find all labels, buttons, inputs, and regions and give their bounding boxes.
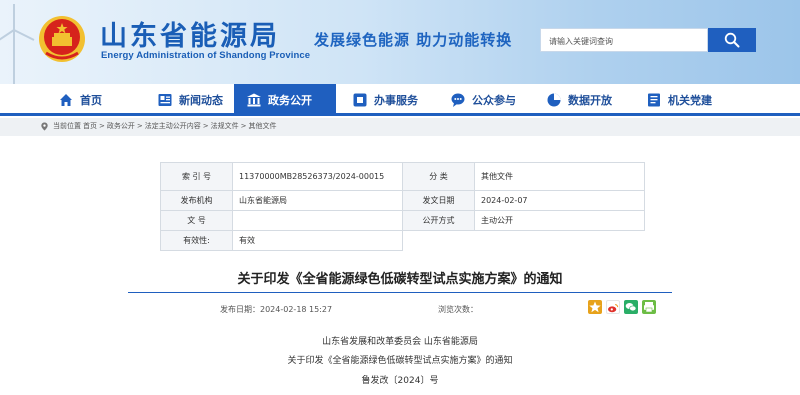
view-count: 浏览次数：	[438, 304, 478, 315]
nav-label: 数据开放	[568, 93, 612, 107]
site-title: 山东省能源局	[100, 21, 280, 52]
table-row: 文 号 公开方式 主动公开	[160, 210, 645, 231]
view-count-label: 浏览次数：	[438, 305, 478, 314]
nav-item-home[interactable]: 首页	[58, 84, 102, 115]
breadcrumb-current-label: 当前位置	[53, 122, 81, 130]
document-info-table: 索 引 号 11370000MB28526373/2024-00015 分 类 …	[160, 162, 645, 251]
table-row: 有效性: 有效	[160, 230, 645, 251]
nav-label: 办事服务	[374, 93, 418, 107]
wechat-share-icon[interactable]	[624, 300, 638, 314]
search-box	[540, 28, 708, 53]
info-key-document-number: 文 号	[160, 210, 233, 231]
nav-label: 公众参与	[472, 93, 516, 107]
table-row: 索 引 号 11370000MB28526373/2024-00015 分 类 …	[160, 162, 645, 191]
breadcrumb-separator: >	[240, 122, 247, 130]
document-icon	[646, 92, 662, 108]
qzone-share-icon[interactable]	[588, 300, 602, 314]
main-nav: 首页 新闻动态 政务公开 办事服务 公众参与 数据开放 机关党建	[0, 84, 800, 115]
government-icon	[246, 92, 262, 108]
pie-chart-icon	[546, 92, 562, 108]
breadcrumb-separator: >	[202, 122, 209, 130]
nav-item-government-affairs[interactable]: 政务公开	[234, 84, 336, 115]
search-icon	[724, 32, 740, 48]
info-value-issue-date: 2024-02-07	[474, 190, 645, 211]
weibo-share-icon[interactable]	[606, 300, 620, 314]
search-button[interactable]	[708, 28, 756, 52]
body-notice-title: 关于印发《全省能源绿色低碳转型试点实施方案》的通知	[287, 356, 513, 366]
breadcrumb-separator: >	[99, 122, 105, 130]
nav-item-party-building[interactable]: 机关党建	[646, 84, 712, 115]
nav-label: 机关党建	[668, 93, 712, 107]
nav-underline	[0, 113, 800, 116]
info-key-index-number: 索 引 号	[160, 162, 233, 191]
body-document-number: 鲁发改〔2024〕号	[361, 376, 439, 386]
breadcrumb: 当前位置 首页 > 政务公开 > 法定主动公开内容 > 法规文件 > 其他文件	[40, 121, 279, 131]
info-key-issue-date: 发文日期	[402, 190, 475, 211]
info-key-disclosure-method: 公开方式	[402, 210, 475, 231]
body-issuer-line: 山东省发展和改革委员会 山东省能源局	[322, 337, 478, 347]
publish-date: 发布日期：2024-02-18 15:27	[220, 304, 332, 315]
national-emblem-icon	[39, 16, 85, 62]
breadcrumb-separator: >	[136, 122, 143, 130]
chat-icon	[450, 92, 466, 108]
header-slogan: 发展绿色能源 助力动能转换	[314, 31, 513, 49]
info-value-category: 其他文件	[474, 162, 645, 191]
page: 山东省能源局 Energy Administration of Shandong…	[0, 0, 800, 395]
info-value-disclosure-method: 主动公开	[474, 210, 645, 231]
title-divider	[128, 292, 672, 293]
breadcrumb-item-statutory-disclosure[interactable]: 法定主动公开内容	[145, 121, 201, 131]
site-header: 山东省能源局 Energy Administration of Shandong…	[0, 0, 800, 84]
site-title-english: Energy Administration of Shandong Provin…	[101, 50, 311, 61]
info-key-validity: 有效性:	[160, 230, 233, 251]
print-share-icon[interactable]	[642, 300, 656, 314]
service-icon	[352, 92, 368, 108]
breadcrumb-item-regulations[interactable]: 法规文件	[211, 121, 239, 131]
publish-date-label: 发布日期：	[220, 305, 260, 314]
breadcrumb-item-home[interactable]: 首页	[83, 121, 97, 131]
info-value-validity: 有效	[232, 230, 403, 251]
publish-date-value: 2024-02-18 15:27	[260, 305, 333, 314]
info-key-issuer: 发布机构	[160, 190, 233, 211]
breadcrumb-item-government-affairs[interactable]: 政务公开	[107, 121, 135, 131]
nav-item-news[interactable]: 新闻动态	[157, 84, 223, 115]
wind-turbine-decoration	[0, 4, 35, 84]
article-title: 关于印发《全省能源绿色低碳转型试点实施方案》的通知	[237, 272, 563, 287]
nav-item-open-data[interactable]: 数据开放	[546, 84, 612, 115]
info-value-index-number: 11370000MB28526373/2024-00015	[232, 162, 403, 191]
nav-item-services[interactable]: 办事服务	[352, 84, 418, 115]
table-row: 发布机构 山东省能源局 发文日期 2024-02-07	[160, 190, 645, 211]
location-pin-icon	[41, 121, 48, 131]
nav-item-public-participation[interactable]: 公众参与	[450, 84, 516, 115]
news-icon	[157, 92, 173, 108]
share-bar	[588, 300, 656, 314]
nav-label: 首页	[80, 93, 102, 107]
breadcrumb-item-other-documents[interactable]: 其他文件	[249, 121, 277, 131]
nav-label: 新闻动态	[179, 93, 223, 107]
nav-label: 政务公开	[268, 93, 312, 107]
info-key-category: 分 类	[402, 162, 475, 191]
search-input[interactable]	[541, 30, 707, 53]
info-value-document-number	[232, 210, 403, 231]
info-value-issuer: 山东省能源局	[232, 190, 403, 211]
home-icon	[58, 92, 74, 108]
